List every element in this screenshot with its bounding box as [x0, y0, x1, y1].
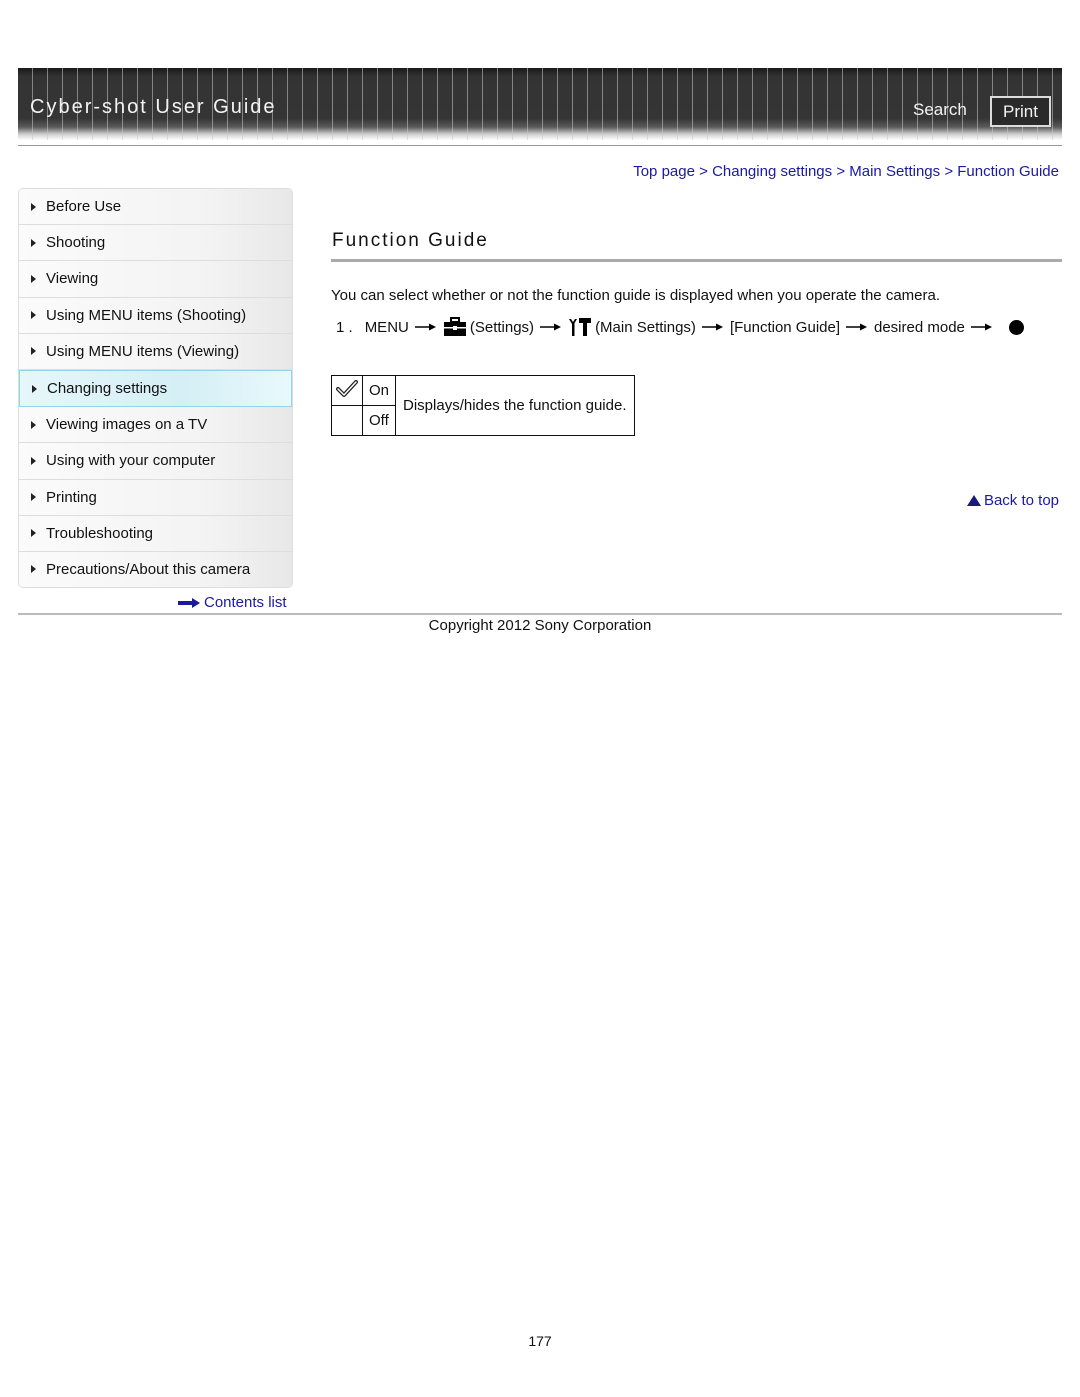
toolbox-icon: [443, 317, 466, 336]
procedure-step: 1 . MENU (Settings) (Main Settings) [Fun…: [336, 317, 1024, 337]
checkmark-icon: [336, 379, 358, 397]
sidebar-item-troubleshooting[interactable]: Troubleshooting: [19, 515, 292, 552]
sidebar-item-precautions[interactable]: Precautions/About this camera: [19, 551, 292, 587]
caret-right-icon: [31, 311, 36, 320]
arrow-right-icon: [178, 597, 200, 608]
caret-right-icon: [31, 420, 36, 429]
page-number: 177: [528, 1333, 552, 1349]
caret-right-icon: [31, 493, 36, 502]
options-table: On Displays/hides the function guide. Of…: [331, 375, 635, 436]
option-icon-cell: [331, 405, 363, 436]
breadcrumb: Top page > Changing settings > Main Sett…: [633, 163, 1059, 180]
sidebar-item-label: Printing: [46, 488, 97, 506]
sidebar-item-label: Viewing: [46, 270, 99, 288]
app-title: Cyber-shot User Guide: [30, 96, 277, 118]
caret-right-icon: [31, 274, 36, 283]
option-icon-cell: [331, 375, 363, 406]
contents-list-label: Contents list: [204, 594, 287, 611]
breadcrumb-function-guide[interactable]: Function Guide: [957, 163, 1059, 180]
breadcrumb-separator: >: [944, 163, 958, 180]
back-to-top-label: Back to top: [983, 492, 1059, 509]
sidebar-item-shooting[interactable]: Shooting: [19, 225, 292, 262]
caret-right-icon: [31, 456, 36, 465]
caret-right-icon: [32, 384, 37, 393]
breadcrumb-main-settings[interactable]: Main Settings: [849, 163, 940, 180]
sidebar-item-changing-settings[interactable]: Changing settings: [19, 369, 292, 408]
sidebar-item-label: Using with your computer: [46, 452, 216, 470]
search-link[interactable]: Search: [913, 100, 967, 120]
caret-right-icon: [31, 238, 36, 247]
sidebar-item-computer[interactable]: Using with your computer: [19, 443, 292, 480]
caret-right-icon: [31, 202, 36, 211]
sidebar-item-label: Precautions/About this camera: [46, 560, 251, 578]
copyright-text: Copyright 2012 Sony Corporation: [428, 617, 652, 634]
table-row: On Displays/hides the function guide.: [331, 375, 635, 436]
sidebar-item-label: Using MENU items (Viewing): [46, 342, 240, 360]
sidebar-item-before-use[interactable]: Before Use: [19, 189, 292, 226]
sidebar-item-menu-shooting[interactable]: Using MENU items (Shooting): [19, 297, 292, 334]
breadcrumb-changing-settings[interactable]: Changing settings: [712, 163, 832, 180]
breadcrumb-separator: >: [836, 163, 850, 180]
sidebar-item-printing[interactable]: Printing: [19, 479, 292, 516]
wrench-hammer-icon: [569, 318, 592, 336]
sidebar-item-tv[interactable]: Viewing images on a TV: [19, 407, 292, 444]
arrow-right-icon: [970, 323, 992, 331]
print-button[interactable]: Print: [990, 96, 1051, 127]
intro-text: You can select whether or not the functi…: [331, 287, 941, 304]
step-main-settings: (Main Settings): [595, 318, 696, 336]
contents-list-link[interactable]: Contents list: [178, 594, 287, 611]
back-to-top-link[interactable]: Back to top: [966, 492, 1059, 509]
sidebar-item-label: Viewing images on a TV: [46, 416, 208, 434]
caret-right-icon: [31, 347, 36, 356]
arrow-right-icon: [701, 323, 723, 331]
breadcrumb-top-page[interactable]: Top page: [633, 163, 695, 180]
header-banner: Cyber-shot User Guide Search Print: [18, 68, 1062, 140]
sidebar-item-viewing[interactable]: Viewing: [19, 261, 292, 298]
sidebar-item-label: Using MENU items (Shooting): [46, 306, 247, 324]
step-desired-mode: desired mode: [874, 318, 965, 336]
step-menu: MENU: [364, 318, 409, 336]
sidebar-item-label: Changing settings: [47, 380, 168, 398]
step-settings: (Settings): [469, 318, 535, 336]
sidebar-item-label: Before Use: [46, 198, 122, 216]
page-title: Function Guide: [332, 230, 489, 251]
step-function-guide: [Function Guide]: [729, 318, 840, 336]
filled-circle-icon: [1008, 319, 1024, 335]
option-label-off: Off: [361, 405, 397, 436]
caret-right-icon: [31, 565, 36, 574]
arrow-right-icon: [846, 323, 867, 331]
step-number: 1 .: [336, 318, 353, 336]
sidebar-item-label: Shooting: [46, 234, 106, 252]
triangle-up-icon: [966, 495, 981, 506]
option-description: Displays/hides the function guide.: [395, 375, 635, 436]
caret-right-icon: [31, 529, 36, 538]
sidebar-nav: Before Use Shooting Viewing Using MENU i…: [18, 188, 293, 588]
header-divider: [18, 145, 1062, 146]
arrow-right-icon: [540, 323, 562, 331]
breadcrumb-separator: >: [699, 163, 713, 180]
footer-divider: [18, 613, 1062, 615]
arrow-right-icon: [414, 323, 436, 331]
sidebar-item-label: Troubleshooting: [46, 524, 154, 542]
option-label-on: On: [361, 375, 397, 406]
title-divider: [331, 259, 1062, 262]
sidebar-item-menu-viewing[interactable]: Using MENU items (Viewing): [19, 333, 292, 370]
